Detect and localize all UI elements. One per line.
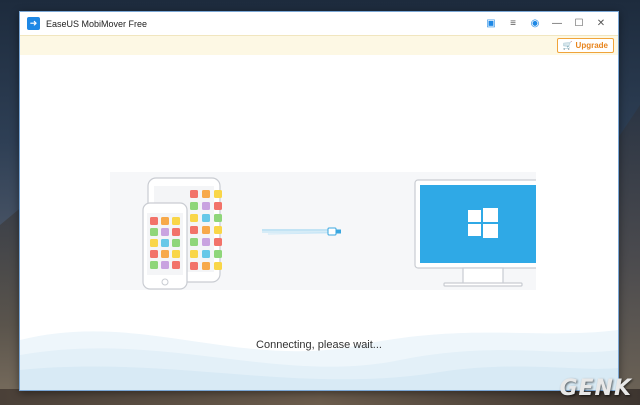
app-icon-tile — [190, 238, 198, 246]
app-icon-tile — [190, 190, 198, 198]
app-icon-tile — [172, 217, 180, 225]
upgrade-bar: 🛒 Upgrade — [20, 35, 618, 56]
app-icon-tile — [190, 214, 198, 222]
phone-illustration — [142, 202, 188, 290]
app-icon-tile — [202, 262, 210, 270]
app-icon-tile — [150, 239, 158, 247]
cart-icon: 🛒 — [562, 41, 573, 50]
app-icon-tile — [202, 214, 210, 222]
app-icon-tile — [150, 261, 158, 269]
app-icon-tile — [214, 238, 222, 246]
app-icon-tile — [150, 250, 158, 258]
close-button[interactable]: ✕ — [590, 12, 612, 35]
main-content: Connecting, please wait... — [20, 55, 618, 390]
title-bar: ➜ EaseUS MobiMover Free ▣ ≡ ◉ — ☐ ✕ — [20, 12, 618, 35]
help-icon[interactable]: ◉ — [524, 12, 546, 35]
app-icon-tile — [202, 238, 210, 246]
app-icon-tile — [214, 214, 222, 222]
app-icon-tile — [202, 250, 210, 258]
app-icon-tile — [172, 228, 180, 236]
app-window: ➜ EaseUS MobiMover Free ▣ ≡ ◉ — ☐ ✕ 🛒 Up… — [19, 11, 619, 391]
menu-icon[interactable]: ≡ — [502, 12, 524, 35]
app-icon-tile — [190, 202, 198, 210]
app-icon-tile — [161, 228, 169, 236]
watermark-logo: GENK — [559, 376, 632, 401]
connection-illustration — [110, 172, 552, 290]
upgrade-label: Upgrade — [575, 41, 608, 50]
window-controls: ▣ ≡ ◉ — ☐ ✕ — [480, 12, 612, 35]
app-icon-tile — [172, 250, 180, 258]
app-icon-tile — [190, 226, 198, 234]
app-icon-tile — [190, 262, 198, 270]
app-icon-tile — [161, 239, 169, 247]
app-icon-tile — [214, 262, 222, 270]
desktop-foreground — [0, 389, 640, 405]
app-icon-tile — [161, 217, 169, 225]
app-icon-tile — [150, 228, 158, 236]
app-icon-tile — [161, 250, 169, 258]
app-icon-tile — [172, 239, 180, 247]
app-icon-tile — [161, 261, 169, 269]
minimize-button[interactable]: — — [546, 12, 568, 35]
app-icon-tile — [190, 250, 198, 258]
upgrade-button[interactable]: 🛒 Upgrade — [556, 38, 614, 53]
maximize-button[interactable]: ☐ — [568, 12, 590, 35]
window-title: EaseUS MobiMover Free — [46, 18, 148, 29]
app-icon-tile — [150, 217, 158, 225]
usb-cable-illustration — [262, 227, 341, 236]
app-icon-tile — [214, 202, 222, 210]
app-icon-tile — [202, 190, 210, 198]
feedback-icon[interactable]: ▣ — [480, 12, 502, 35]
app-icon-tile — [202, 202, 210, 210]
app-icon-tile — [172, 261, 180, 269]
app-icon-tile — [202, 226, 210, 234]
app-icon-tile — [214, 190, 222, 198]
app-icon-tile — [214, 226, 222, 234]
computer-illustration — [414, 179, 552, 287]
app-icon-tile — [214, 250, 222, 258]
app-logo-icon: ➜ — [27, 17, 40, 30]
connection-status-text: Connecting, please wait... — [256, 339, 382, 351]
